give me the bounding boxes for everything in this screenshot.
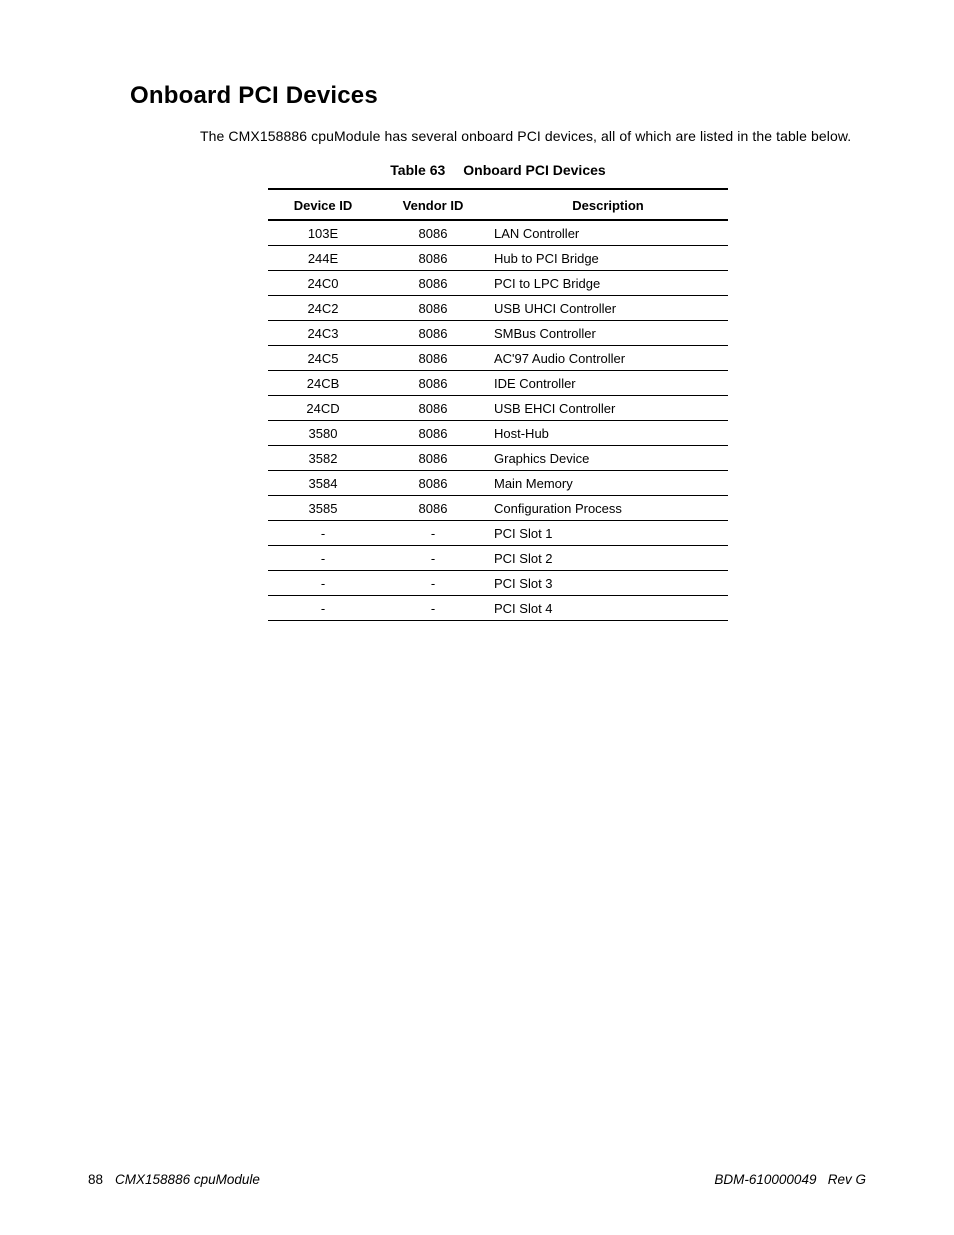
cell-description: Hub to PCI Bridge: [488, 246, 728, 271]
cell-description: Host-Hub: [488, 421, 728, 446]
footer-doc-number: BDM-610000049: [714, 1172, 816, 1187]
cell-device-id: -: [268, 521, 378, 546]
table-row: 35828086Graphics Device: [268, 446, 728, 471]
page-content: Onboard PCI Devices The CMX158886 cpuMod…: [0, 0, 954, 621]
cell-description: Configuration Process: [488, 496, 728, 521]
section-title: Onboard PCI Devices: [130, 82, 866, 110]
cell-description: PCI Slot 1: [488, 521, 728, 546]
cell-device-id: 244E: [268, 246, 378, 271]
column-header-vendor-id: Vendor ID: [378, 189, 488, 220]
cell-description: Graphics Device: [488, 446, 728, 471]
column-header-device-id: Device ID: [268, 189, 378, 220]
cell-device-id: 3585: [268, 496, 378, 521]
footer-right: BDM-610000049 Rev G: [714, 1172, 866, 1187]
table-row: --PCI Slot 3: [268, 571, 728, 596]
cell-vendor-id: -: [378, 571, 488, 596]
table-row: 24C28086USB UHCI Controller: [268, 296, 728, 321]
cell-vendor-id: 8086: [378, 421, 488, 446]
cell-description: LAN Controller: [488, 220, 728, 246]
cell-device-id: 24CB: [268, 371, 378, 396]
cell-vendor-id: -: [378, 546, 488, 571]
cell-device-id: -: [268, 571, 378, 596]
table-row: 244E8086Hub to PCI Bridge: [268, 246, 728, 271]
cell-device-id: -: [268, 596, 378, 621]
cell-description: USB UHCI Controller: [488, 296, 728, 321]
cell-device-id: 24C2: [268, 296, 378, 321]
table-caption-title: Onboard PCI Devices: [463, 162, 605, 178]
table-caption: Table 63 Onboard PCI Devices: [130, 162, 866, 178]
cell-description: PCI Slot 3: [488, 571, 728, 596]
table-row: 35858086Configuration Process: [268, 496, 728, 521]
cell-vendor-id: -: [378, 521, 488, 546]
table-row: 35848086Main Memory: [268, 471, 728, 496]
cell-device-id: 24C0: [268, 271, 378, 296]
table-row: --PCI Slot 1: [268, 521, 728, 546]
column-header-description: Description: [488, 189, 728, 220]
cell-vendor-id: 8086: [378, 321, 488, 346]
cell-vendor-id: 8086: [378, 220, 488, 246]
table-row: 35808086Host-Hub: [268, 421, 728, 446]
cell-vendor-id: 8086: [378, 296, 488, 321]
cell-description: SMBus Controller: [488, 321, 728, 346]
table-row: 24C38086SMBus Controller: [268, 321, 728, 346]
footer-product-name: CMX158886 cpuModule: [115, 1172, 260, 1187]
cell-vendor-id: 8086: [378, 271, 488, 296]
table-row: --PCI Slot 4: [268, 596, 728, 621]
intro-paragraph: The CMX158886 cpuModule has several onbo…: [200, 128, 866, 144]
cell-description: PCI Slot 4: [488, 596, 728, 621]
cell-description: USB EHCI Controller: [488, 396, 728, 421]
cell-device-id: 24CD: [268, 396, 378, 421]
cell-vendor-id: 8086: [378, 446, 488, 471]
table-row: 24C58086AC'97 Audio Controller: [268, 346, 728, 371]
cell-description: IDE Controller: [488, 371, 728, 396]
table-row: --PCI Slot 2: [268, 546, 728, 571]
page-footer: 88 CMX158886 cpuModule BDM-610000049 Rev …: [88, 1172, 866, 1187]
cell-vendor-id: 8086: [378, 346, 488, 371]
cell-vendor-id: 8086: [378, 371, 488, 396]
cell-description: PCI to LPC Bridge: [488, 271, 728, 296]
cell-vendor-id: 8086: [378, 396, 488, 421]
table-caption-number: Table 63: [390, 162, 445, 178]
cell-device-id: 24C5: [268, 346, 378, 371]
table-body: 103E8086LAN Controller244E8086Hub to PCI…: [268, 220, 728, 621]
cell-device-id: 3582: [268, 446, 378, 471]
cell-description: Main Memory: [488, 471, 728, 496]
cell-vendor-id: -: [378, 596, 488, 621]
cell-vendor-id: 8086: [378, 496, 488, 521]
cell-description: AC'97 Audio Controller: [488, 346, 728, 371]
cell-device-id: 3584: [268, 471, 378, 496]
footer-revision: Rev G: [828, 1172, 866, 1187]
table-row: 24CD8086USB EHCI Controller: [268, 396, 728, 421]
table-row: 24C08086PCI to LPC Bridge: [268, 271, 728, 296]
cell-device-id: 3580: [268, 421, 378, 446]
table-header-row: Device ID Vendor ID Description: [268, 189, 728, 220]
cell-device-id: 24C3: [268, 321, 378, 346]
footer-left: 88 CMX158886 cpuModule: [88, 1172, 260, 1187]
cell-vendor-id: 8086: [378, 246, 488, 271]
table-row: 103E8086LAN Controller: [268, 220, 728, 246]
cell-device-id: 103E: [268, 220, 378, 246]
page-number: 88: [88, 1172, 103, 1187]
cell-vendor-id: 8086: [378, 471, 488, 496]
table-row: 24CB8086IDE Controller: [268, 371, 728, 396]
cell-device-id: -: [268, 546, 378, 571]
onboard-pci-devices-table: Device ID Vendor ID Description 103E8086…: [268, 188, 728, 621]
cell-description: PCI Slot 2: [488, 546, 728, 571]
